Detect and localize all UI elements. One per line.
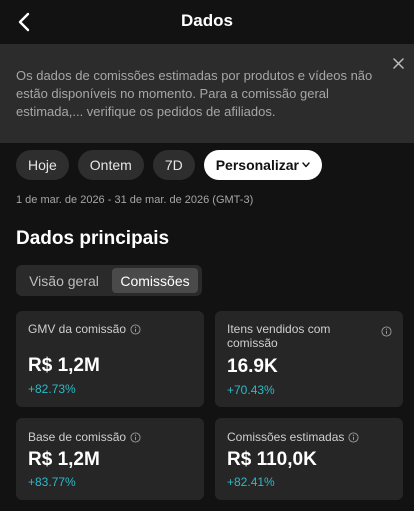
metric-card-items-sold[interactable]: Itens vendidos com comissão 16.9K +70.43…: [215, 311, 403, 407]
metric-label: Base de comissão: [28, 430, 141, 444]
metric-label: Itens vendidos com comissão: [227, 322, 331, 350]
metric-label: GMV da comissão: [28, 322, 141, 336]
date-range-text: 1 de mar. de 2026 - 31 de mar. de 2026 (…: [16, 194, 254, 206]
close-notice-button[interactable]: [388, 53, 408, 73]
data-tab-switcher: Visão geral Comissões: [16, 265, 202, 296]
metric-label-text: GMV da comissão: [28, 322, 127, 336]
metric-change: +82.41%: [227, 475, 275, 489]
chevron-down-icon: [302, 162, 310, 168]
date-filter-chips: Hoje Ontem 7D Personalizar: [16, 150, 322, 180]
metric-change: +82.73%: [28, 382, 76, 396]
chip-7d[interactable]: 7D: [152, 150, 195, 180]
notice-banner: Os dados de comissões estimadas por prod…: [0, 44, 414, 143]
info-icon[interactable]: [130, 432, 141, 443]
chip-yesterday[interactable]: Ontem: [77, 150, 144, 180]
metric-value: R$ 1,2M: [28, 449, 100, 470]
top-bar: Dados: [0, 0, 414, 44]
metric-card-estimated-commissions[interactable]: Comissões estimadas R$ 110,0K +82.41%: [215, 418, 403, 500]
info-icon[interactable]: [130, 324, 141, 335]
metric-change: +83.77%: [28, 475, 76, 489]
chip-label: Ontem: [89, 157, 132, 173]
metric-card-commission-base[interactable]: Base de comissão R$ 1,2M +83.77%: [16, 418, 204, 500]
notice-text: Os dados de comissões estimadas por prod…: [16, 68, 373, 119]
info-icon[interactable]: [348, 432, 359, 443]
chip-label: Personalizar: [215, 157, 299, 173]
info-icon[interactable]: [381, 326, 392, 337]
chip-custom[interactable]: Personalizar: [203, 150, 322, 180]
close-icon: [392, 57, 404, 69]
metric-label: Comissões estimadas: [227, 430, 359, 444]
chip-label: 7D: [164, 157, 183, 173]
chip-today[interactable]: Hoje: [16, 150, 69, 180]
metric-label-text: Base de comissão: [28, 430, 127, 444]
page-title: Dados: [181, 11, 233, 30]
section-title: Dados principais: [16, 228, 170, 249]
metric-label-text: Comissões estimadas: [227, 430, 345, 444]
metric-value: R$ 1,2M: [28, 355, 100, 376]
chip-label: Hoje: [28, 157, 57, 173]
metric-card-gmv[interactable]: GMV da comissão R$ 1,2M +82.73%: [16, 311, 204, 407]
metric-change: +70.43%: [227, 383, 275, 397]
tab-commissions[interactable]: Comissões: [112, 268, 198, 293]
metric-value: R$ 110,0K: [227, 449, 317, 470]
tab-overview[interactable]: Visão geral: [20, 268, 108, 293]
metric-value: 16.9K: [227, 356, 278, 377]
